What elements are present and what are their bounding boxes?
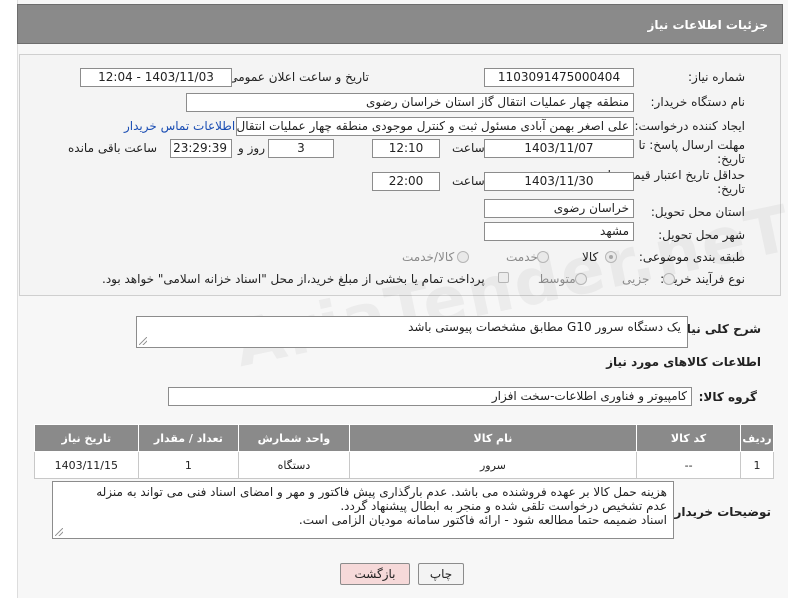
- remaining-label: ساعت باقی مانده: [68, 141, 158, 155]
- deadline-date: 1403/11/07: [484, 139, 634, 158]
- buyer-notes-line-2: عدم تشخیص درخواست تلقی شده و منجر به ابط…: [340, 499, 667, 513]
- print-button[interactable]: چاپ: [418, 563, 464, 585]
- validity-date-label: تاریخ:: [717, 182, 745, 196]
- col-header-qty: تعداد / مقدار: [137, 424, 240, 452]
- goods-table-header: ردیف کد کالا نام کالا واحد شمارش تعداد /…: [34, 424, 774, 452]
- goods-table: ردیف کد کالا نام کالا واحد شمارش تعداد /…: [34, 424, 774, 479]
- col-header-name: نام کالا: [348, 424, 638, 452]
- days-value: 3: [268, 139, 334, 158]
- creator-label: ایجاد کننده درخواست:: [634, 119, 745, 133]
- resize-grip-icon[interactable]: [139, 337, 147, 345]
- days-label: روز و: [238, 141, 265, 155]
- buyer-notes-textarea[interactable]: هزینه حمل کالا بر عهده فروشنده می باشد. …: [52, 481, 674, 539]
- deadline-label: مهلت ارسال پاسخ: تا: [638, 138, 745, 152]
- announce-value: 1403/11/03 - 12:04: [80, 68, 232, 87]
- category-radio-both[interactable]: [457, 251, 469, 263]
- goods-group-value: کامپیوتر و فناوری اطلاعات-سخت افزار: [168, 387, 692, 406]
- announce-label: تاریخ و ساعت اعلان عمومی:: [224, 70, 369, 84]
- category-radio-service[interactable]: [537, 251, 549, 263]
- city-label: شهر محل تحویل:: [658, 228, 745, 242]
- province-value: خراسان رضوی: [484, 199, 634, 218]
- province-label: استان محل تحویل:: [650, 205, 745, 219]
- treasury-note: پرداخت تمام یا بخشی از مبلغ خرید،از محل …: [102, 272, 485, 286]
- category-option-service: خدمت: [506, 250, 538, 264]
- goods-section-title: اطلاعات کالاهای مورد نیاز: [606, 355, 761, 369]
- back-button[interactable]: بازگشت: [340, 563, 410, 585]
- validity-time: 22:00: [372, 172, 440, 191]
- deadline-date-label: تاریخ:: [717, 152, 745, 166]
- description-textarea[interactable]: یک دستگاه سرور G10 مطابق مشخصات پیوستی ب…: [136, 316, 688, 348]
- category-option-goods: کالا: [582, 250, 599, 264]
- cell-code: --: [636, 451, 742, 479]
- buyer-contact-link[interactable]: اطلاعات تماس خریدار: [124, 119, 235, 133]
- cell-unit: دستگاه: [238, 451, 350, 479]
- process-radio-medium[interactable]: [575, 273, 587, 285]
- page-title: جزئیات اطلاعات نیاز: [647, 18, 768, 32]
- col-header-row: ردیف: [740, 424, 774, 452]
- process-option-minor: جزیی: [622, 272, 650, 286]
- buyer-notes-line-3: اسناد ضمیمه حتما مطالعه شود - ارائه فاکت…: [298, 513, 667, 527]
- cell-date: 1403/11/15: [34, 451, 139, 479]
- treasury-checkbox[interactable]: [498, 272, 509, 283]
- process-option-medium: متوسط: [538, 272, 576, 286]
- validity-time-label: ساعت: [452, 174, 485, 188]
- cell-name: سرور: [348, 451, 638, 479]
- remaining-time: 23:29:39: [170, 139, 232, 158]
- buyer-label: نام دستگاه خریدار:: [650, 95, 746, 109]
- col-header-code: کد کالا: [636, 424, 742, 452]
- process-radio-minor[interactable]: [663, 273, 675, 285]
- city-value: مشهد: [484, 222, 634, 241]
- creator-value: علی اصغر بهمن آبادی مسئول ثبت و کنترل مو…: [236, 117, 634, 136]
- validity-date: 1403/11/30: [484, 172, 634, 191]
- deadline-time: 12:10: [372, 139, 440, 158]
- need-number-label: شماره نیاز:: [688, 70, 745, 84]
- goods-group-label: گروه کالا:: [698, 390, 757, 404]
- page-header: جزئیات اطلاعات نیاز: [17, 4, 783, 44]
- buyer-value: منطقه چهار عملیات انتقال گاز استان خراسا…: [186, 93, 634, 112]
- description-text: یک دستگاه سرور G10 مطابق مشخصات پیوستی ب…: [408, 320, 681, 334]
- buyer-notes-label: توضیحات خریدار:: [669, 505, 771, 519]
- buyer-notes-line-1: هزینه حمل کالا بر عهده فروشنده می باشد. …: [96, 485, 667, 499]
- need-number-value: 1103091475000404: [484, 68, 634, 87]
- resize-grip-icon[interactable]: [55, 528, 63, 536]
- deadline-time-label: ساعت: [452, 141, 485, 155]
- col-header-unit: واحد شمارش: [238, 424, 350, 452]
- cell-row: 1: [740, 451, 774, 479]
- table-row: 1 -- سرور دستگاه 1 1403/11/15: [34, 451, 774, 479]
- category-radio-goods[interactable]: [605, 251, 617, 263]
- category-label: طبقه بندی موضوعی:: [638, 250, 745, 264]
- category-option-both: کالا/خدمت: [402, 250, 455, 264]
- cell-qty: 1: [137, 451, 240, 479]
- col-header-date: تاریخ نیاز: [34, 424, 139, 452]
